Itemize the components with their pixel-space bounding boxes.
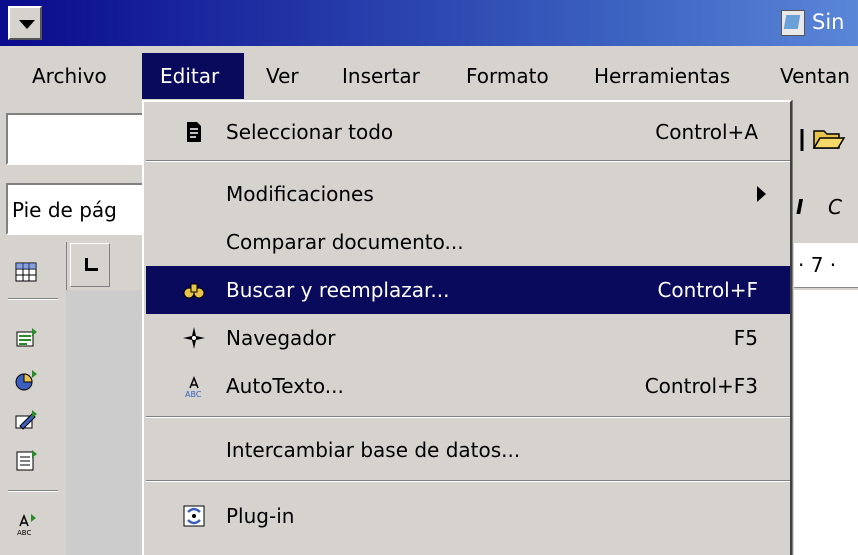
autotext-toolbar-icon[interactable]: ABC <box>14 512 38 536</box>
document-page-right[interactable] <box>794 290 858 555</box>
title-bar <box>0 0 858 46</box>
document-icon <box>781 10 805 36</box>
menu-item-shortcut: Control+A <box>655 120 758 144</box>
horizontal-ruler: · 7 · <box>794 243 858 288</box>
menu-item-label: Buscar y reemplazar... <box>226 278 450 302</box>
menu-ver-label: Ver <box>266 64 299 88</box>
open-folder-icon[interactable] <box>794 113 858 165</box>
table-icon[interactable] <box>14 260 38 284</box>
menu-item-compare-document[interactable]: Comparar documento... <box>146 218 790 266</box>
insert-fields-icon[interactable] <box>14 326 38 350</box>
main-toolbar: ABC <box>0 242 67 555</box>
menu-item-label: Intercambiar base de datos... <box>226 438 521 462</box>
menu-formato-label: Formato <box>466 64 549 88</box>
menu-item-autotext[interactable]: ABC AutoTexto... Control+F3 <box>146 362 790 410</box>
menu-ventana[interactable]: Ventan <box>780 64 850 88</box>
plugin-icon <box>183 505 205 527</box>
format-toolbar: I C <box>794 183 858 235</box>
menu-ventana-label: Ventan <box>780 64 850 88</box>
paragraph-style-value: Pie de pág <box>12 198 117 222</box>
autotext-icon: ABC <box>185 375 202 398</box>
menu-item-shortcut: Control+F <box>657 278 758 302</box>
menu-insertar[interactable]: Insertar <box>342 64 420 88</box>
menu-item-label: Modificaciones <box>226 182 374 206</box>
svg-text:ABC: ABC <box>185 390 202 398</box>
menu-insertar-label: Insertar <box>342 64 420 88</box>
menu-item-shortcut: F5 <box>733 326 758 350</box>
draw-functions-icon[interactable] <box>14 408 38 432</box>
menu-item-exchange-database[interactable]: Intercambiar base de datos... <box>146 426 790 474</box>
menu-editar[interactable]: Editar <box>142 53 244 99</box>
navigator-compass-icon <box>183 327 205 349</box>
edit-menu-dropdown: Seleccionar todo Control+A Modificacione… <box>142 100 792 555</box>
menu-separator <box>146 480 790 482</box>
tab-stop-button[interactable] <box>70 243 110 287</box>
menu-item-label: AutoTexto... <box>226 374 344 398</box>
submenu-arrow-icon <box>757 186 766 202</box>
binoculars-icon <box>183 283 205 299</box>
standard-toolbar <box>794 113 858 165</box>
paragraph-style-select[interactable]: Pie de pág <box>6 183 146 235</box>
ruler-text: · 7 · <box>798 253 837 277</box>
menu-editar-label: Editar <box>160 64 220 88</box>
menu-item-find-replace[interactable]: Buscar y reemplazar... Control+F <box>146 266 790 314</box>
character-button[interactable]: C <box>828 195 842 219</box>
menu-herramientas-label: Herramientas <box>594 64 731 88</box>
menu-separator <box>146 160 790 162</box>
menu-item-changes[interactable]: Modificaciones <box>146 170 790 218</box>
menu-formato[interactable]: Formato <box>466 64 549 88</box>
form-functions-icon[interactable] <box>14 448 38 472</box>
menu-item-label: Navegador <box>226 326 336 350</box>
window-menu-button[interactable] <box>8 6 42 40</box>
menu-separator <box>146 416 790 418</box>
menu-ver[interactable]: Ver <box>266 64 299 88</box>
menu-item-shortcut: Control+F3 <box>644 374 758 398</box>
menu-archivo[interactable]: Archivo <box>32 64 107 88</box>
menu-item-select-all[interactable]: Seleccionar todo Control+A <box>146 108 790 156</box>
italic-button[interactable]: I <box>796 195 803 219</box>
url-input[interactable] <box>6 113 146 165</box>
svg-text:ABC: ABC <box>17 529 31 536</box>
menu-item-label: Plug-in <box>226 504 295 528</box>
menu-item-label: Comparar documento... <box>226 230 464 254</box>
menu-herramientas[interactable]: Herramientas <box>594 64 730 88</box>
menu-archivo-label: Archivo <box>32 64 107 88</box>
menu-item-label: Seleccionar todo <box>226 120 394 144</box>
insert-object-icon[interactable] <box>14 368 38 392</box>
window-title: Sin <box>812 10 845 34</box>
menu-item-plugin[interactable]: Plug-in <box>146 492 790 540</box>
document-icon <box>187 122 201 142</box>
menu-item-navigator[interactable]: Navegador F5 <box>146 314 790 362</box>
